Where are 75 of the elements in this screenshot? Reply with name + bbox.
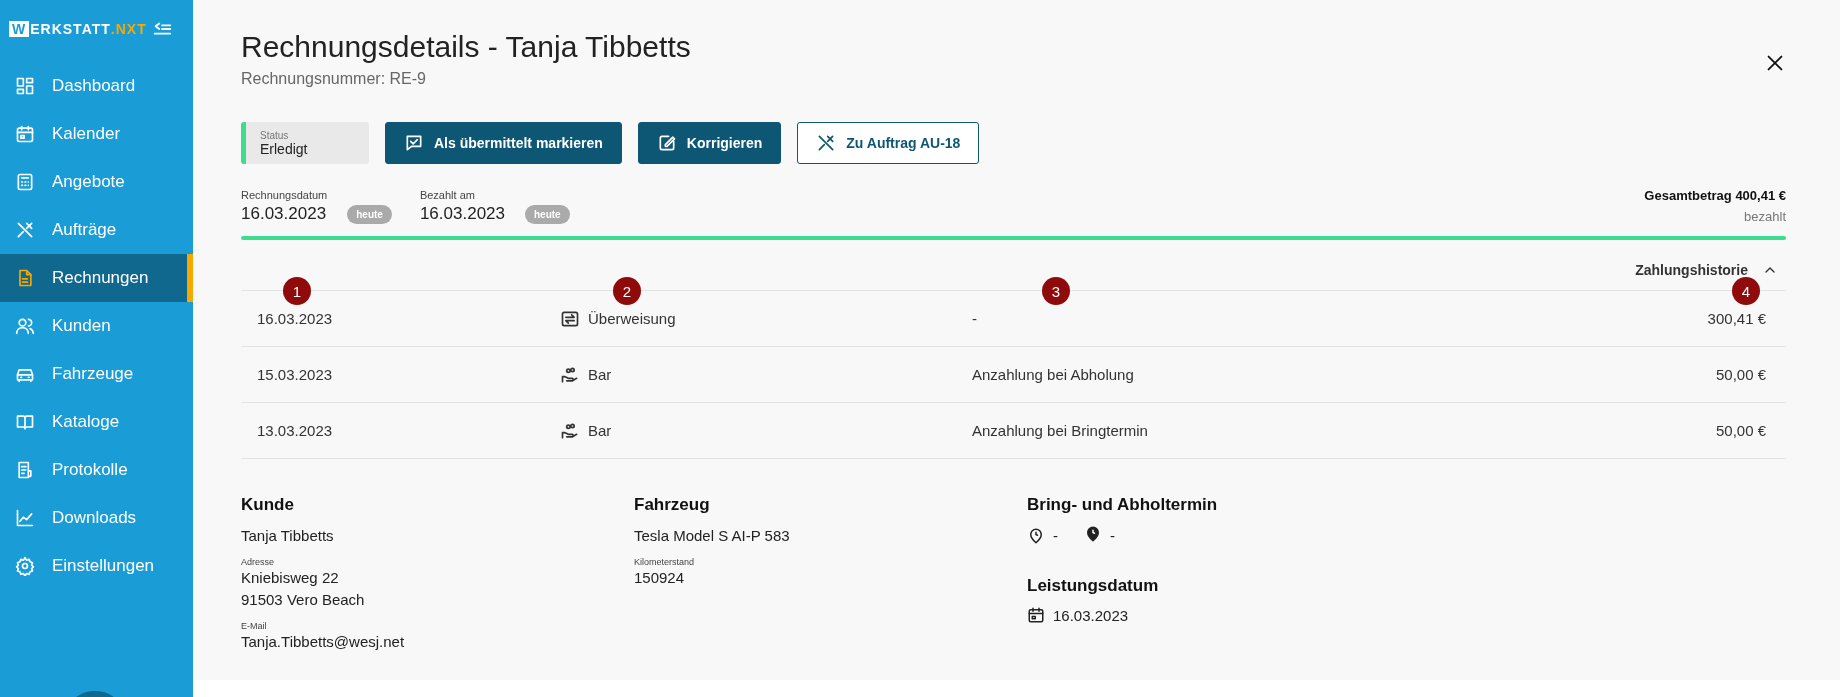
today-badge: heute [525, 205, 570, 224]
payment-note: Anzahlung bei Bringtermin [972, 422, 1149, 439]
number-marker: 1 [283, 277, 311, 305]
payment-amount: 50,00 € [1714, 366, 1767, 383]
vehicle-name: Tesla Model S AI-P 583 [634, 526, 791, 546]
logo-suffix: .NXT [110, 21, 147, 37]
customer-name: Tanja Tibbetts [241, 526, 335, 546]
sidebar-item[interactable]: Kataloge [0, 398, 193, 446]
status-value: Erledigt [260, 140, 309, 157]
payment-date: 16.03.2023 [256, 310, 334, 327]
date-value: 16.03.2023 [419, 204, 505, 224]
payment-method: Bar [588, 366, 612, 383]
date-value: 16.03.2023 [241, 204, 328, 224]
payment-amount: 50,00 € [1714, 422, 1767, 439]
number-marker: 4 [1732, 277, 1760, 305]
field-label: Adresse [241, 557, 276, 567]
log-icon [15, 460, 35, 480]
sidebar-item[interactable]: Rechnungen [0, 254, 193, 302]
address-line: Kniebisweg 22 [241, 568, 340, 588]
mileage-value: 150924 [634, 568, 686, 588]
sidebar-item[interactable]: Protokolle [0, 446, 193, 494]
address-line: 91503 Vero Beach [241, 590, 366, 610]
filled-clock-pin-icon [1084, 525, 1102, 543]
pick-up-time: - [1110, 527, 1115, 544]
field-label: E-Mail [241, 621, 268, 631]
tools-icon [15, 220, 35, 240]
section-title: Fahrzeug [634, 495, 711, 515]
sidebar-item[interactable]: Downloads [0, 494, 193, 542]
calendar-icon [15, 124, 35, 144]
payment-method: Überweisung [588, 310, 676, 327]
logo-letter: W [9, 21, 30, 37]
customer-email: Tanja.Tibbetts@wesj.net [241, 632, 406, 652]
payment-date: 15.03.2023 [256, 366, 334, 383]
calculator-icon [15, 172, 35, 192]
payment-note: - [972, 310, 978, 327]
section-title: Leistungsdatum [1027, 576, 1160, 596]
people-icon [15, 316, 35, 336]
number-marker: 3 [1042, 277, 1070, 305]
payment-note: Anzahlung bei Abholung [972, 366, 1135, 383]
sidebar-item[interactable]: Dashboard [0, 62, 193, 110]
payment-method: Bar [588, 422, 612, 439]
payment-date: 13.03.2023 [256, 422, 334, 439]
section-title: Bring- und Abholtermin [1027, 495, 1219, 515]
drop-off-time: - [1053, 527, 1058, 544]
action-button[interactable]: Korrigieren [637, 122, 782, 164]
today-badge: heute [347, 205, 392, 224]
sidebar-item[interactable]: Fahrzeuge [0, 350, 193, 398]
section-title: Kunde [241, 495, 295, 515]
number-marker: 2 [613, 277, 641, 305]
message-check-icon [404, 133, 424, 153]
sidebar-item[interactable]: Kunden [0, 302, 193, 350]
action-button[interactable]: Als übermittelt markieren [385, 122, 622, 164]
sidebar-item[interactable]: Angebote [0, 158, 193, 206]
status-label: Status [260, 129, 290, 141]
total-amount: Gesamtbetrag 400,41 € [1644, 188, 1786, 203]
dashboard-icon [15, 76, 35, 96]
logo-text: ERKSTATT [30, 21, 111, 37]
payment-status: bezahlt [1743, 209, 1786, 224]
book-icon [15, 412, 35, 432]
sidebar-item[interactable]: Einstellungen [0, 542, 193, 590]
gear-icon [15, 556, 35, 576]
sidebar-item[interactable]: Kalender [0, 110, 193, 158]
page-title: Rechnungsdetails - Tanja Tibbetts [241, 30, 691, 64]
clock-pin-icon [1027, 526, 1045, 545]
payment-history-title: Zahlungshistorie [1635, 262, 1748, 278]
date-label: Bezahlt am [419, 189, 476, 201]
payment-amount: 300,41 € [1706, 310, 1767, 327]
field-label: Kilometerstand [634, 557, 696, 567]
chart-icon [15, 508, 35, 528]
sidebar-item[interactable]: Aufträge [0, 206, 193, 254]
calendar-icon [1027, 606, 1045, 624]
invoice-number: Rechnungsnummer: RE-9 [241, 70, 427, 88]
date-label: Rechnungsdatum [241, 189, 328, 201]
service-date: 16.03.2023 [1053, 606, 1129, 624]
action-button[interactable]: Zu Auftrag AU-18 [797, 122, 980, 164]
